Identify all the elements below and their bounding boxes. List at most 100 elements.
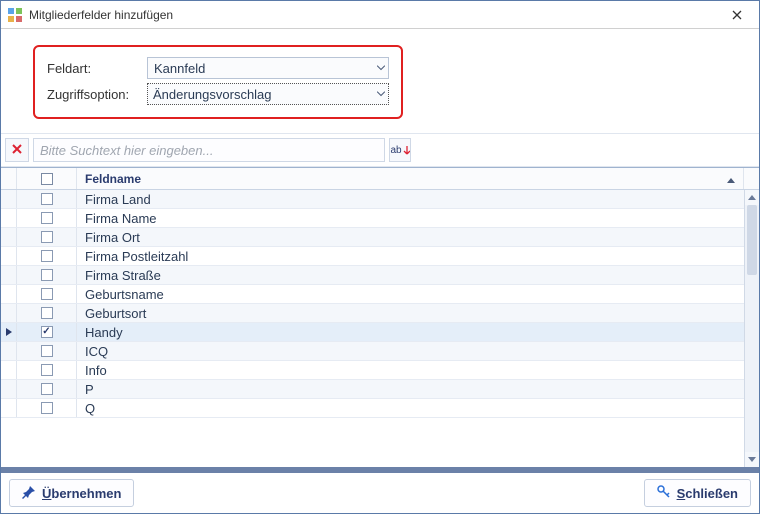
titlebar: Mitgliederfelder hinzufügen <box>1 1 759 29</box>
table-row[interactable]: Geburtsort <box>1 304 744 323</box>
table-row[interactable]: ICQ <box>1 342 744 361</box>
grid-header-check[interactable] <box>17 168 77 189</box>
options-highlight-box: Feldart: Kannfeld Zugriffsoption: Änderu… <box>33 45 403 119</box>
row-check-cell[interactable] <box>17 304 77 322</box>
row-check-cell[interactable] <box>17 247 77 265</box>
row-check-cell[interactable] <box>17 228 77 246</box>
zugriff-row: Zugriffsoption: Änderungsvorschlag <box>47 81 389 107</box>
search-input[interactable] <box>33 138 385 162</box>
row-indicator <box>1 342 17 360</box>
row-fieldname: Firma Name <box>77 209 744 227</box>
zugriff-select[interactable]: Änderungsvorschlag <box>147 83 389 105</box>
search-toolbar: ab <box>1 133 759 167</box>
table-row[interactable]: Firma Postleitzahl <box>1 247 744 266</box>
table-row[interactable]: Firma Land <box>1 190 744 209</box>
row-check-cell[interactable] <box>17 323 77 341</box>
fields-grid: Feldname Firma LandFirma NameFirma OrtFi… <box>1 167 759 467</box>
row-checkbox[interactable] <box>41 193 53 205</box>
pin-icon <box>22 485 36 502</box>
row-checkbox[interactable] <box>41 269 53 281</box>
app-logo-icon <box>7 7 23 23</box>
row-checkbox[interactable] <box>41 402 53 414</box>
footer-bar: Übernehmen Schließen <box>1 473 759 513</box>
table-row[interactable]: Firma Ort <box>1 228 744 247</box>
close-x-icon <box>11 143 23 158</box>
dialog-add-member-fields: Mitgliederfelder hinzufügen Feldart: Kan… <box>0 0 760 514</box>
row-fieldname: Geburtsort <box>77 304 744 322</box>
feldart-value: Kannfeld <box>154 61 205 76</box>
row-indicator <box>1 304 17 322</box>
scroll-down-arrow[interactable] <box>745 452 759 467</box>
close-button[interactable]: Schließen <box>644 479 751 507</box>
row-fieldname: Firma Straße <box>77 266 744 284</box>
zugriff-value: Änderungsvorschlag <box>153 87 272 102</box>
row-fieldname: Firma Postleitzahl <box>77 247 744 265</box>
window-title: Mitgliederfelder hinzufügen <box>29 8 721 22</box>
grid-body: Firma LandFirma NameFirma OrtFirma Postl… <box>1 190 759 467</box>
row-indicator <box>1 228 17 246</box>
row-check-cell[interactable] <box>17 285 77 303</box>
row-checkbox[interactable] <box>41 383 53 395</box>
scroll-thumb[interactable] <box>747 205 757 275</box>
table-row[interactable]: Firma Straße <box>1 266 744 285</box>
window-close-button[interactable] <box>721 5 753 25</box>
grid-header-scroll-spacer <box>744 168 759 189</box>
row-indicator <box>1 323 17 341</box>
row-indicator <box>1 361 17 379</box>
row-checkbox[interactable] <box>41 231 53 243</box>
chevron-down-icon <box>377 92 385 97</box>
table-row[interactable]: Info <box>1 361 744 380</box>
table-row[interactable]: P <box>1 380 744 399</box>
row-check-cell[interactable] <box>17 399 77 417</box>
row-indicator <box>1 285 17 303</box>
apply-button[interactable]: Übernehmen <box>9 479 134 507</box>
row-check-cell[interactable] <box>17 190 77 208</box>
table-row[interactable]: Geburtsname <box>1 285 744 304</box>
row-checkbox[interactable] <box>41 345 53 357</box>
row-fieldname: P <box>77 380 744 398</box>
grid-header-fieldname[interactable]: Feldname <box>77 168 744 189</box>
ab-filter-button[interactable]: ab <box>389 138 411 162</box>
table-row[interactable]: Handy <box>1 323 744 342</box>
row-check-cell[interactable] <box>17 361 77 379</box>
feldart-row: Feldart: Kannfeld <box>47 55 389 81</box>
row-checkbox[interactable] <box>41 307 53 319</box>
row-checkbox[interactable] <box>41 364 53 376</box>
row-indicator <box>1 209 17 227</box>
row-checkbox[interactable] <box>41 326 53 338</box>
chevron-down-icon <box>377 66 385 71</box>
row-checkbox[interactable] <box>41 250 53 262</box>
feldart-label: Feldart: <box>47 61 147 76</box>
feldart-select[interactable]: Kannfeld <box>147 57 389 79</box>
row-indicator <box>1 380 17 398</box>
zugriff-label: Zugriffsoption: <box>47 87 147 102</box>
row-fieldname: ICQ <box>77 342 744 360</box>
table-row[interactable]: Firma Name <box>1 209 744 228</box>
row-checkbox[interactable] <box>41 288 53 300</box>
row-fieldname: Firma Ort <box>77 228 744 246</box>
clear-search-button[interactable] <box>5 138 29 162</box>
row-checkbox[interactable] <box>41 212 53 224</box>
table-row[interactable]: Q <box>1 399 744 418</box>
row-fieldname: Q <box>77 399 744 417</box>
ab-icon: ab <box>390 145 409 156</box>
vertical-scrollbar[interactable] <box>744 190 759 467</box>
row-fieldname: Geburtsname <box>77 285 744 303</box>
row-indicator <box>1 399 17 417</box>
sort-asc-icon <box>727 172 735 186</box>
row-check-cell[interactable] <box>17 266 77 284</box>
key-icon <box>657 485 671 502</box>
row-fieldname: Firma Land <box>77 190 744 208</box>
scroll-up-arrow[interactable] <box>745 190 759 205</box>
row-fieldname: Info <box>77 361 744 379</box>
row-check-cell[interactable] <box>17 342 77 360</box>
grid-header-indicator <box>1 168 17 189</box>
options-area: Feldart: Kannfeld Zugriffsoption: Änderu… <box>1 29 759 133</box>
header-checkbox[interactable] <box>41 173 53 185</box>
grid-rows: Firma LandFirma NameFirma OrtFirma Postl… <box>1 190 744 467</box>
row-check-cell[interactable] <box>17 209 77 227</box>
row-check-cell[interactable] <box>17 380 77 398</box>
grid-header-row: Feldname <box>1 168 759 190</box>
row-indicator <box>1 266 17 284</box>
row-fieldname: Handy <box>77 323 744 341</box>
